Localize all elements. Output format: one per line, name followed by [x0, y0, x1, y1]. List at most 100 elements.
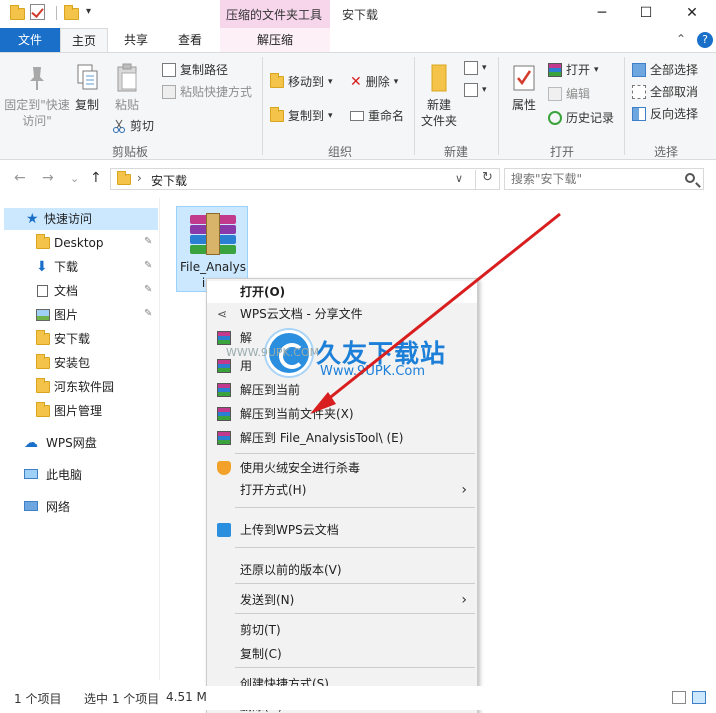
- properties-label: 属性: [511, 98, 536, 112]
- delete-button[interactable]: ✕ 删除 ▾: [350, 73, 398, 90]
- search-box[interactable]: [504, 168, 704, 190]
- new-folder-button[interactable]: 新建 文件夹: [418, 63, 460, 129]
- copy-to-button[interactable]: 复制到 ▾: [270, 106, 333, 124]
- maximize-button[interactable]: ☐: [624, 2, 668, 24]
- tab-file[interactable]: 文件: [0, 28, 60, 52]
- menu-item-extract-partial[interactable]: 解压到当前: [207, 379, 477, 401]
- new-item-button[interactable]: ▾: [464, 61, 487, 75]
- copy-icon: [77, 64, 98, 90]
- nav-network[interactable]: 网络: [4, 496, 158, 518]
- search-icon[interactable]: [685, 173, 695, 183]
- folder-icon: [117, 171, 131, 185]
- watermark-url: Www.9UPK.Com: [320, 364, 426, 379]
- search-input[interactable]: [511, 169, 681, 189]
- menu-item-open-with[interactable]: 打开方式(H) ›: [207, 479, 477, 501]
- tab-view[interactable]: 查看: [166, 28, 214, 52]
- winrar-archive-icon: [190, 213, 236, 255]
- tab-share[interactable]: 共享: [112, 28, 160, 52]
- menu-item-extract-to-folder[interactable]: 解压到 File_AnalysisTool\ (E): [207, 427, 477, 449]
- folder-icon[interactable]: [10, 5, 25, 20]
- delete-x-icon: ✕: [350, 73, 362, 90]
- select-all-button[interactable]: 全部选择: [632, 61, 698, 78]
- menu-item-extract-here[interactable]: 解压到当前文件夹(X): [207, 403, 477, 425]
- menu-item-send-to[interactable]: 发送到(N) ›: [207, 589, 477, 611]
- breadcrumb-separator[interactable]: ›: [137, 171, 142, 185]
- edit-button[interactable]: 编辑: [548, 85, 590, 102]
- minimize-button[interactable]: ─: [580, 2, 624, 24]
- up-button[interactable]: ↑: [90, 170, 102, 186]
- paste-shortcut-label: 粘贴快捷方式: [180, 85, 253, 99]
- context-tab-header: 压缩的文件夹工具: [220, 0, 330, 28]
- move-to-label: 移动到: [288, 75, 325, 89]
- nav-wps-drive[interactable]: ☁ WPS网盘: [4, 432, 158, 454]
- paste-button[interactable]: 粘贴: [112, 63, 142, 113]
- copy-button[interactable]: 复制: [72, 63, 102, 113]
- back-button[interactable]: ←: [14, 170, 26, 186]
- address-bar[interactable]: › 安下载 ∨ ↻: [110, 168, 500, 190]
- pin-icon[interactable]: ✎: [144, 309, 152, 319]
- copy-to-icon: [270, 106, 284, 122]
- rename-button[interactable]: 重命名: [350, 107, 404, 124]
- nav-item-desktop[interactable]: Desktop ✎: [4, 232, 158, 254]
- properties-icon: [513, 65, 535, 91]
- menu-item-restore-versions[interactable]: 还原以前的版本(V): [207, 559, 477, 581]
- address-dropdown-icon[interactable]: ∨: [455, 172, 463, 185]
- group-organize-label: 组织: [327, 145, 352, 159]
- invert-selection-button[interactable]: 反向选择: [632, 105, 698, 122]
- network-icon: [24, 501, 38, 511]
- scissors-icon: [113, 119, 125, 133]
- menu-item-copy[interactable]: 复制(C): [207, 643, 477, 665]
- nav-item-label: 安装包: [54, 356, 91, 370]
- folder-icon: [36, 330, 50, 345]
- open-button[interactable]: 打开 ▾: [548, 61, 599, 78]
- select-none-label: 全部取消: [650, 85, 699, 99]
- properties-button[interactable]: 属性: [506, 63, 542, 113]
- menu-item-upload-wps[interactable]: 上传到WPS云文档: [207, 519, 477, 541]
- easy-access-button[interactable]: ▾: [464, 83, 487, 97]
- copy-path-button[interactable]: 复制路径: [162, 61, 228, 78]
- pin-quick-access-button[interactable]: 固定到"快速访问": [4, 63, 70, 129]
- recent-locations-button[interactable]: ⌄: [70, 172, 79, 185]
- nav-item-installers[interactable]: 安装包: [4, 352, 158, 374]
- collapse-ribbon-icon[interactable]: ⌃: [676, 32, 686, 46]
- paste-shortcut-button[interactable]: 粘贴快捷方式: [162, 83, 252, 100]
- select-none-button[interactable]: 全部取消: [632, 83, 698, 100]
- pin-icon[interactable]: ✎: [144, 285, 152, 295]
- nav-quick-access[interactable]: ★ 快速访问: [4, 208, 158, 230]
- history-label: 历史记录: [566, 111, 615, 125]
- nav-item-documents[interactable]: 文档 ✎: [4, 280, 158, 302]
- tab-extract[interactable]: 解压缩: [220, 28, 330, 52]
- pin-icon[interactable]: ✎: [144, 237, 152, 247]
- computer-icon: [24, 469, 38, 479]
- close-button[interactable]: ✕: [670, 2, 714, 24]
- menu-item-open[interactable]: 打开(O): [207, 281, 477, 303]
- cut-button[interactable]: 剪切: [112, 117, 154, 134]
- new-folder-icon[interactable]: [64, 5, 79, 20]
- pin-icon[interactable]: ✎: [144, 261, 152, 271]
- menu-item-wps-share[interactable]: ⋖ WPS云文档 - 分享文件: [207, 303, 477, 325]
- history-button[interactable]: 历史记录: [548, 109, 614, 126]
- pin-icon: [30, 67, 44, 90]
- nav-this-pc[interactable]: 此电脑: [4, 464, 158, 486]
- menu-item-cut[interactable]: 剪切(T): [207, 619, 477, 641]
- refresh-button[interactable]: ↻: [475, 170, 499, 190]
- nav-item-picture-manager[interactable]: 图片管理: [4, 400, 158, 422]
- help-icon[interactable]: ?: [697, 32, 713, 48]
- nav-item-label: 文档: [54, 284, 79, 298]
- move-to-button[interactable]: 移动到 ▾: [270, 72, 333, 90]
- nav-item-downloads[interactable]: ⬇ 下载 ✎: [4, 256, 158, 278]
- menu-item-huorong-scan[interactable]: 使用火绒安全进行杀毒: [207, 457, 477, 479]
- large-icons-view-icon[interactable]: [692, 691, 706, 704]
- properties-check-icon[interactable]: [30, 4, 45, 20]
- status-bar: 1 个项目 选中 1 个项目 4.51 M: [0, 686, 716, 710]
- new-folder-icon: [431, 64, 447, 92]
- quick-access-dropdown-icon[interactable]: ▾: [86, 6, 91, 17]
- nav-item-anxiazai[interactable]: 安下载: [4, 328, 158, 350]
- nav-item-hedong[interactable]: 河东软件园: [4, 376, 158, 398]
- details-view-icon[interactable]: [672, 691, 686, 704]
- tab-home[interactable]: 主页: [60, 28, 108, 52]
- nav-item-pictures[interactable]: 图片 ✎: [4, 304, 158, 326]
- forward-button[interactable]: →: [42, 170, 54, 186]
- breadcrumb[interactable]: 安下载: [151, 172, 187, 189]
- star-icon: ★: [26, 211, 39, 227]
